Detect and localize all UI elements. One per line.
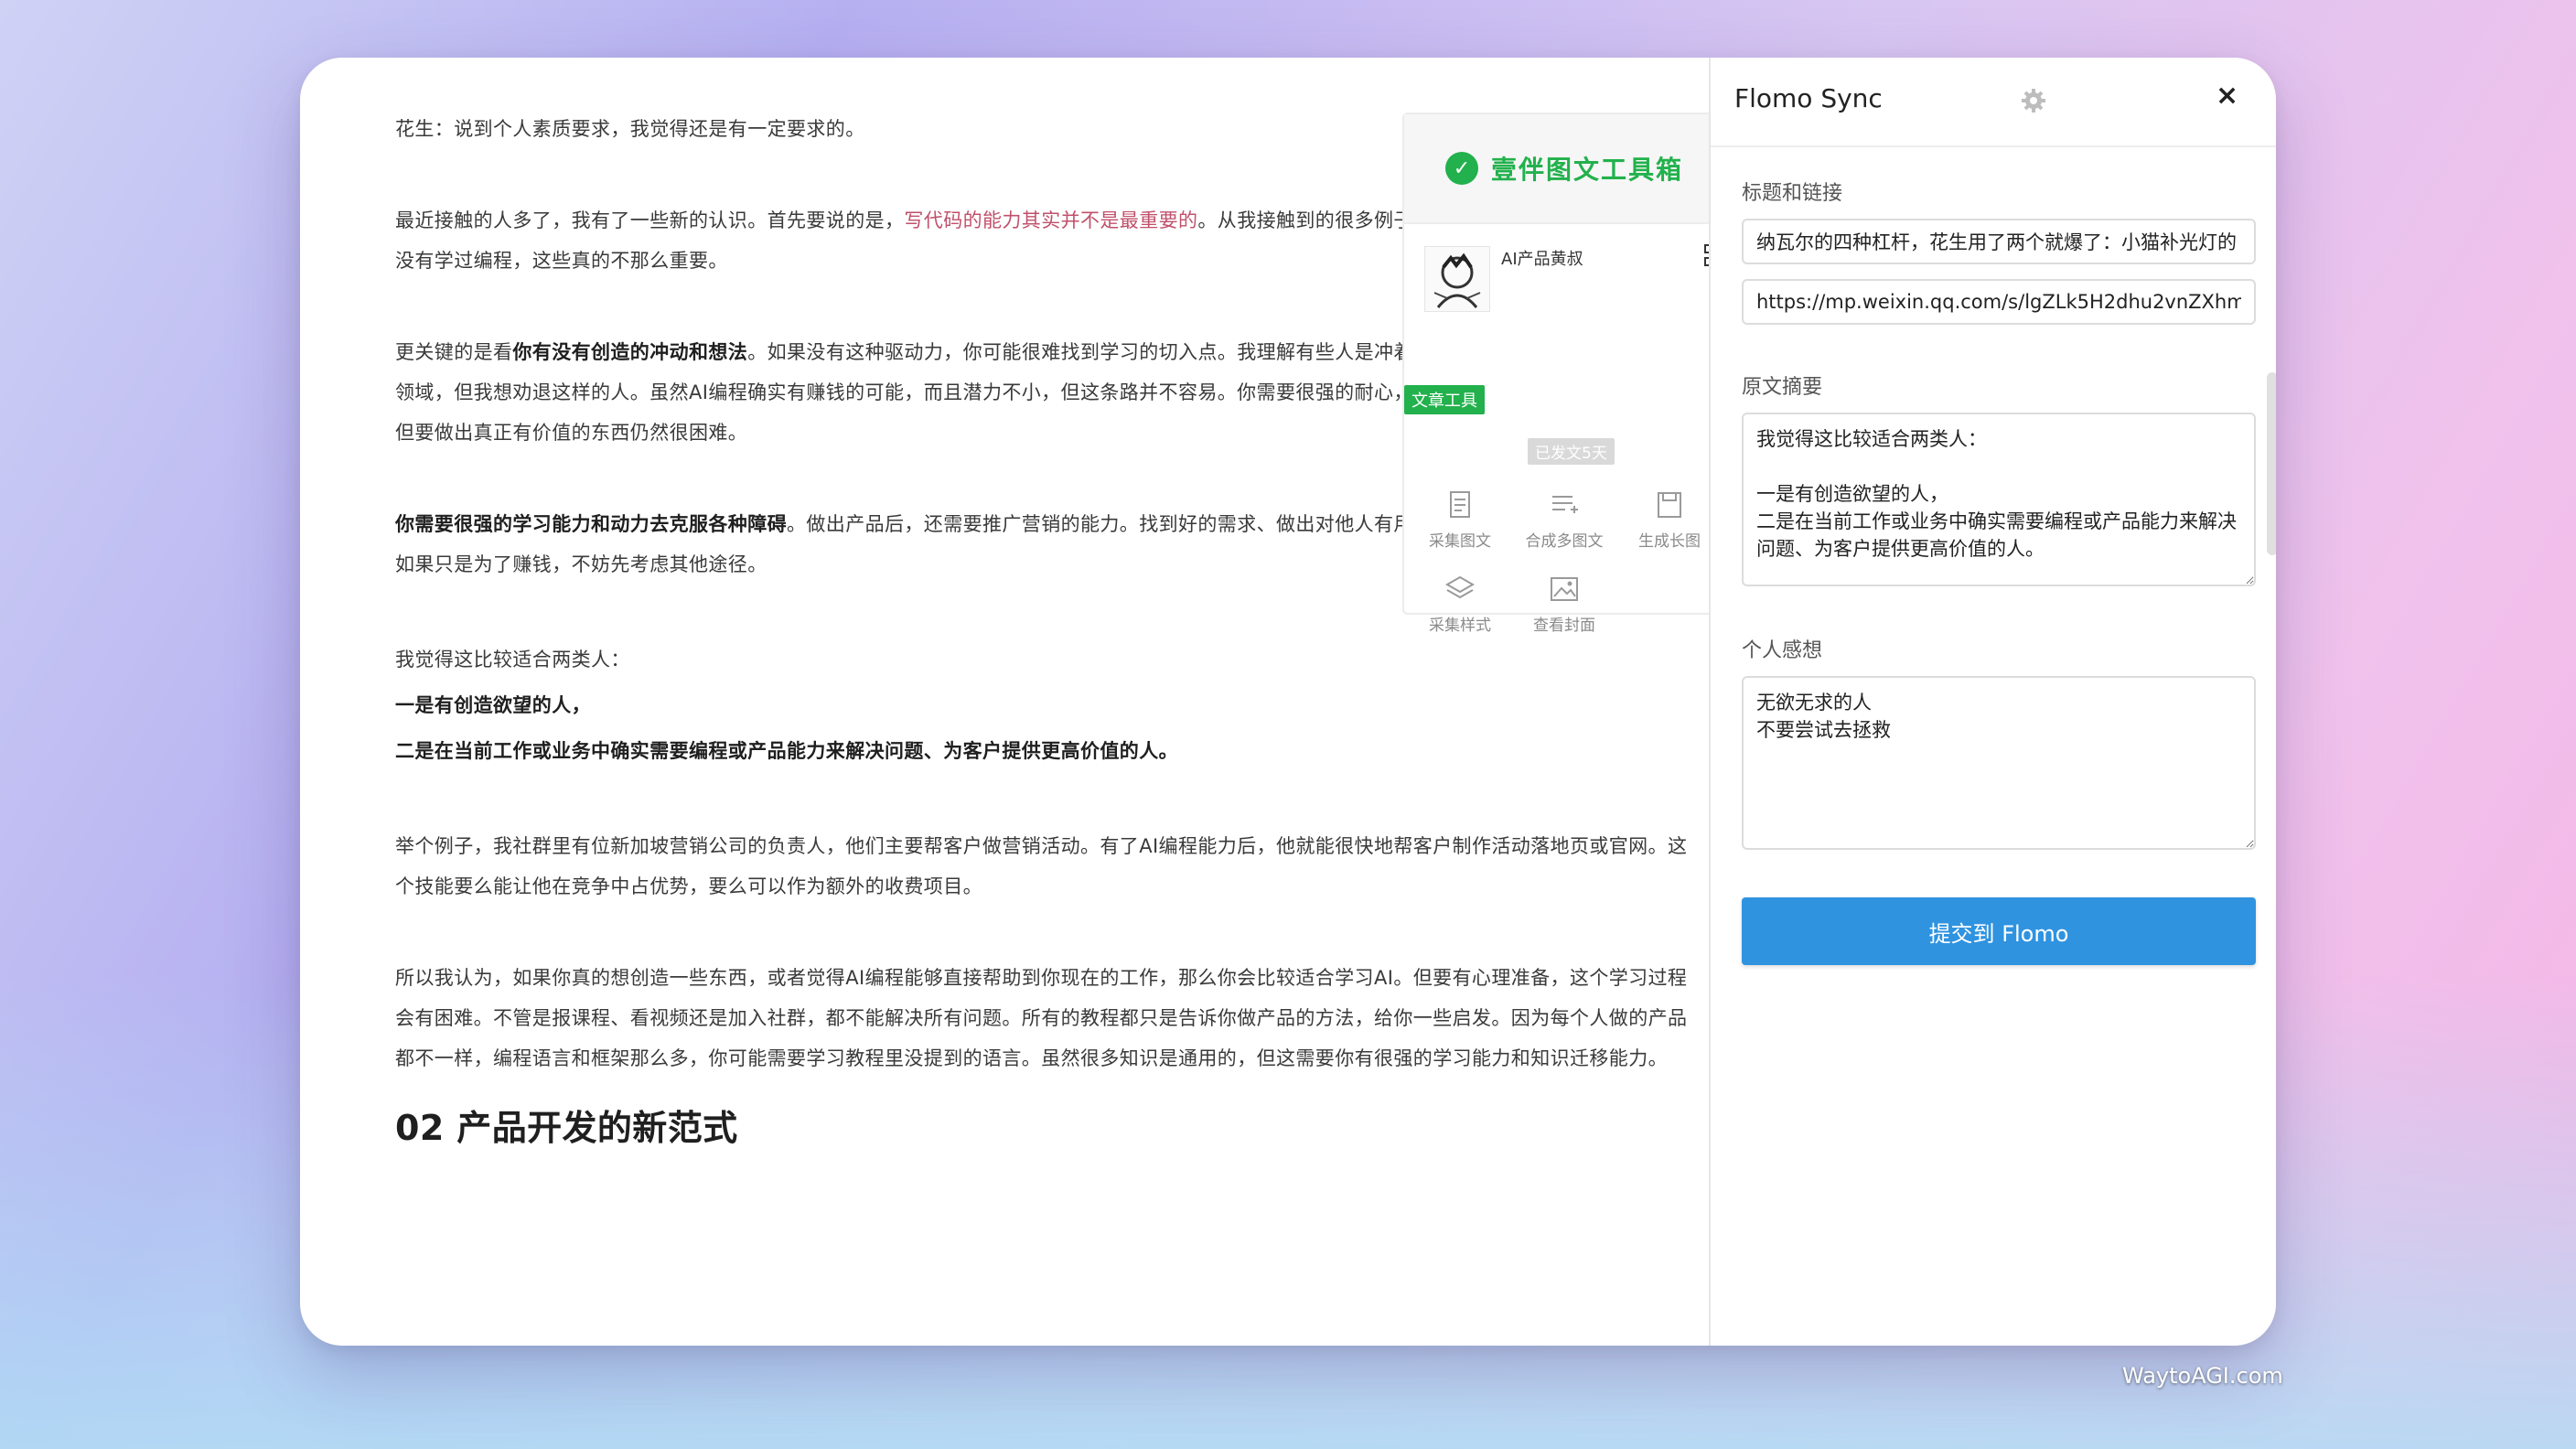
document-icon [1450, 491, 1470, 518]
panel-header: Flomo Sync × [1711, 58, 2276, 147]
account-info: AI产品黄叔 [1404, 224, 1724, 343]
submit-to-flomo-button[interactable]: 提交到 Flomo [1742, 897, 2256, 965]
toolbox-header: ✓ 壹伴图文工具箱 [1404, 114, 1724, 224]
highlight-text: 写代码的能力其实并不是最重要的 [904, 209, 1198, 231]
gear-icon[interactable] [2020, 87, 2047, 114]
bold-text: 你需要很强的学习能力和动力去克服各种障碍 [395, 513, 787, 535]
scrollbar-thumb[interactable] [2267, 372, 2276, 555]
toolbox-widget: ✓ 壹伴图文工具箱 AI产品黄叔 文章工具 已发文5天 采集图文 合成多图文 生… [1402, 113, 1726, 635]
collect-article-button[interactable]: 采集图文 [1410, 489, 1510, 551]
article-tools-tag: 文章工具 [1404, 385, 1485, 414]
merge-articles-button[interactable]: 合成多图文 [1514, 489, 1615, 551]
watermark: WaytoAGI.com [2122, 1363, 2283, 1389]
toolbox-title: 壹伴图文工具箱 [1490, 155, 1683, 185]
avatar [1424, 246, 1490, 312]
article-paragraph: 我觉得这比较适合两类人： [395, 649, 630, 671]
article-paragraph: 二是在当前工作或业务中确实需要编程或产品能力来解决问题、为客户提供更高价值的人。 [395, 740, 1178, 762]
account-name: AI产品黄叔 [1501, 250, 1583, 269]
thoughts-label: 个人感想 [1742, 639, 1823, 662]
bold-text: 你有没有创造的冲动和想法 [512, 341, 748, 363]
panel-title: Flomo Sync [1734, 83, 1883, 113]
toolbox-logo-icon: ✓ [1444, 152, 1478, 185]
save-icon [1658, 492, 1681, 518]
url-field[interactable] [1742, 279, 2256, 325]
article-paragraph: 举个例子，我社群里有位新加坡营销公司的负责人，他们主要帮客户做营销活动。有了AI… [395, 835, 1688, 897]
article-paragraph: 所以我认为，如果你真的想创造一些东西，或者觉得AI编程能够直接帮助到你现在的工作… [395, 967, 1688, 1069]
title-link-label: 标题和链接 [1742, 182, 1843, 205]
section-heading: 02 产品开发的新范式 [395, 1108, 738, 1148]
flomo-sync-panel: Flomo Sync × 标题和链接 原文摘要 我觉得这比较适合两类人： 一是有… [1709, 58, 2276, 1346]
image-icon [1551, 577, 1578, 601]
thoughts-textarea[interactable]: 无欲无求的人 不要尝试去拯救 [1742, 676, 2256, 850]
published-badge: 已发文5天 [1528, 438, 1615, 465]
view-cover-button[interactable]: 查看封面 [1514, 574, 1615, 635]
article-paragraph: 一是有创造欲望的人， [395, 694, 591, 716]
collect-style-button[interactable]: 采集样式 [1410, 574, 1510, 635]
summary-textarea[interactable]: 我觉得这比较适合两类人： 一是有创造欲望的人， 二是在当前工作或业务中确实需要编… [1742, 413, 2256, 586]
app-window: 花生：说到个人素质要求，我觉得还是有一定要求的。 最近接触的人多了，我有了一些新… [300, 58, 2276, 1346]
summary-label: 原文摘要 [1742, 376, 1823, 399]
layers-icon [1444, 575, 1476, 599]
long-image-button[interactable]: 生成长图 [1619, 489, 1720, 551]
title-field[interactable] [1742, 219, 2256, 264]
list-add-icon [1552, 496, 1578, 513]
close-icon[interactable]: × [2216, 81, 2238, 111]
